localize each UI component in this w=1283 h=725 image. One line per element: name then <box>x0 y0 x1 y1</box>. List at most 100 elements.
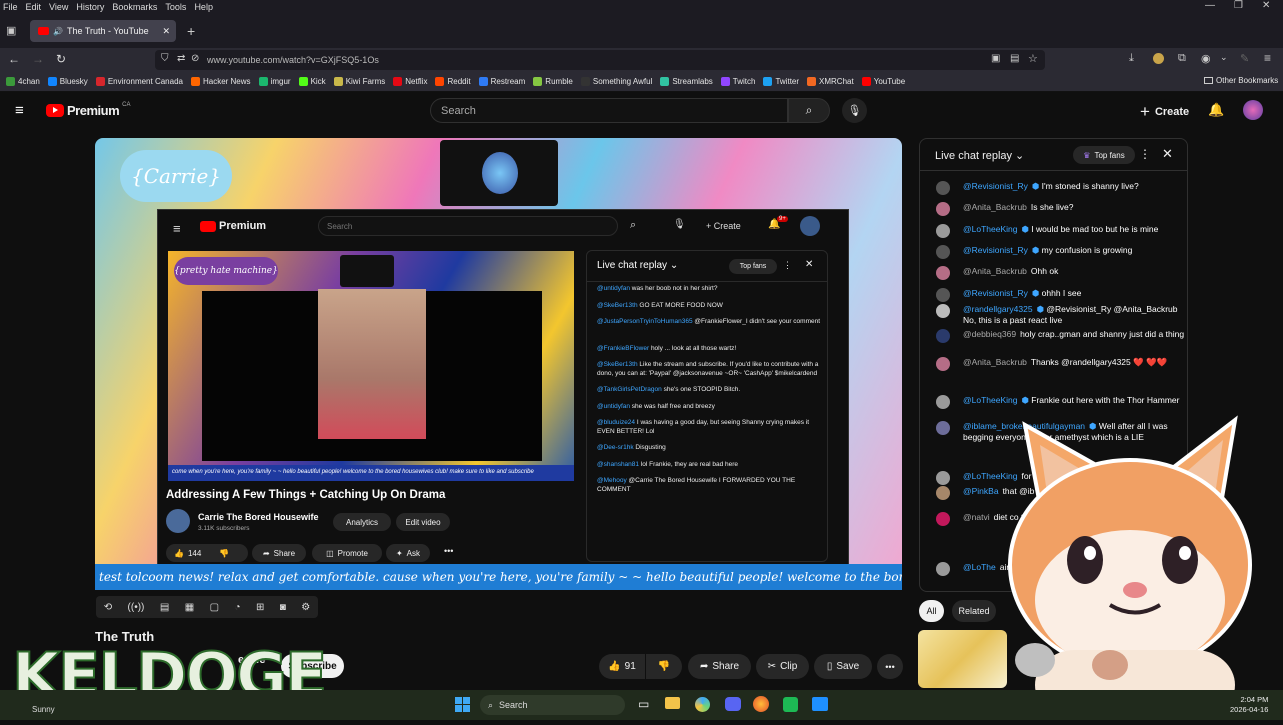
chat-avatar[interactable] <box>936 181 950 195</box>
bookmark-twitch[interactable]: Twitch <box>720 77 755 86</box>
no-tracking-icon[interactable]: ⊘ <box>191 53 199 64</box>
chat-close-icon[interactable]: ✕ <box>1162 146 1173 162</box>
reload-icon[interactable]: ↻ <box>56 52 66 66</box>
save-button[interactable]: ▯ Save <box>814 654 872 679</box>
tab-related[interactable]: Related <box>952 600 996 622</box>
chat-avatar[interactable] <box>936 471 950 485</box>
extensions-icon[interactable]: ⧉ <box>1178 52 1186 65</box>
chat-more-icon[interactable]: ⋮ <box>1139 147 1151 161</box>
chat-avatar[interactable] <box>936 304 950 318</box>
task-view-icon[interactable]: ▭ <box>638 697 649 711</box>
forward-icon[interactable]: → <box>32 52 44 66</box>
speed-icon[interactable]: ◔ <box>234 602 240 613</box>
bookmark-environment-canada[interactable]: Environment Canada <box>95 77 183 86</box>
pen-icon[interactable]: ✎ <box>1240 52 1249 65</box>
search-input[interactable]: Search <box>430 98 788 123</box>
notifications-bell-icon[interactable]: 🔔 <box>1208 102 1224 118</box>
chat-avatar[interactable] <box>936 421 950 435</box>
chat-author[interactable]: @randellgary4325 <box>963 304 1033 314</box>
chat-author[interactable]: @Revisionist_Ry <box>963 245 1028 255</box>
minimize-icon[interactable]: — <box>1205 0 1215 11</box>
bookmark-4chan[interactable]: 4chan <box>6 77 40 86</box>
chat-author[interactable]: @Anita_Backrub <box>963 202 1027 212</box>
picture-in-picture-icon[interactable]: ▣ <box>991 53 1000 64</box>
bookmark-hacker-news[interactable]: Hacker News <box>190 77 251 86</box>
bookmark-xmrchat[interactable]: XMRChat <box>807 77 854 86</box>
chat-avatar[interactable] <box>936 224 950 238</box>
chat-avatar[interactable] <box>936 357 950 371</box>
bookmark-streamlabs[interactable]: Streamlabs <box>660 77 713 86</box>
settings-gear-icon[interactable]: ⚙ <box>301 602 310 613</box>
close-window-icon[interactable]: ✕ <box>1262 0 1270 11</box>
other-bookmarks[interactable]: Other Bookmarks <box>1204 76 1278 85</box>
url-bar[interactable]: ⛉ ⇄ ⊘ www.youtube.com/watch?v=GXjFSQ5-1O… <box>155 50 1045 70</box>
frame-icon[interactable]: ▢ <box>210 602 219 613</box>
bookmark-twitter[interactable]: Twitter <box>763 77 799 86</box>
tab-all[interactable]: All <box>919 600 944 622</box>
audio-icon[interactable]: 🔊 <box>53 27 63 36</box>
film-icon[interactable]: ▦ <box>185 602 194 613</box>
avatar[interactable] <box>1243 100 1263 120</box>
app-icon-green[interactable] <box>783 697 798 712</box>
menu-view[interactable]: View <box>49 2 68 12</box>
add-frame-icon[interactable]: ⊞ <box>256 602 264 613</box>
chat-author[interactable]: @LoTheeKing <box>963 224 1017 234</box>
chat-avatar[interactable] <box>936 329 950 343</box>
permissions-icon[interactable]: ⇄ <box>177 53 185 64</box>
hamburger-menu-icon[interactable]: ≡ <box>1264 51 1271 65</box>
chat-author[interactable]: @debbieq369 <box>963 329 1016 339</box>
chevron-down-icon[interactable]: ⌄ <box>1220 52 1228 63</box>
chat-avatar[interactable] <box>936 245 950 259</box>
file-explorer-icon[interactable] <box>665 697 680 709</box>
search-button[interactable]: ⌕ <box>788 98 830 123</box>
chat-avatar[interactable] <box>936 266 950 280</box>
reader-icon[interactable]: ▤ <box>1010 53 1019 64</box>
chat-author[interactable]: @Revisionist_Ry <box>963 288 1028 298</box>
captions-icon[interactable]: ▤ <box>160 602 169 613</box>
system-clock[interactable]: 2:04 PM 2026-04-16 <box>1230 695 1268 715</box>
restore-icon[interactable]: ❐ <box>1234 0 1243 11</box>
shield-icon[interactable]: ⛉ <box>161 53 169 64</box>
voice-search-button[interactable]: 🎙 <box>842 98 867 123</box>
menu-edit[interactable]: Edit <box>26 2 42 12</box>
firefox-icon[interactable] <box>753 696 769 712</box>
chat-avatar[interactable] <box>936 395 950 409</box>
top-fans-button[interactable]: ♛ Top fans <box>1073 146 1135 164</box>
menu-help[interactable]: Help <box>194 2 213 12</box>
back-icon[interactable]: ← <box>8 52 20 66</box>
loop-icon[interactable]: ⟲ <box>104 602 112 613</box>
chat-author[interactable]: @natvi <box>963 512 990 522</box>
yt-menu-icon[interactable]: ≡ <box>15 102 24 119</box>
chat-author[interactable]: @Anita_Backrub <box>963 266 1027 276</box>
bookmark-kiwi-farms[interactable]: Kiwi Farms <box>333 77 385 86</box>
chat-author[interactable]: @LoThe <box>963 562 996 572</box>
menu-bookmarks[interactable]: Bookmarks <box>112 2 157 12</box>
chat-avatar[interactable] <box>936 288 950 302</box>
menu-history[interactable]: History <box>76 2 104 12</box>
bookmark-imgur[interactable]: imgur <box>258 77 291 86</box>
share-button[interactable]: ➦ Share <box>688 654 751 679</box>
live-chat-mode-dropdown[interactable]: Live chat replay ⌄ <box>935 149 1024 163</box>
bookmark-star-icon[interactable]: ☆ <box>1028 52 1038 65</box>
new-tab-icon[interactable]: + <box>187 23 195 39</box>
bookmark-reddit[interactable]: Reddit <box>435 77 471 86</box>
menu-file[interactable]: File <box>3 2 18 12</box>
discord-icon[interactable] <box>725 697 741 711</box>
bookmark-bluesky[interactable]: Bluesky <box>47 77 88 86</box>
taskbar-search[interactable]: ⌕ Search <box>480 695 625 715</box>
more-actions-button[interactable]: ••• <box>877 654 903 679</box>
downloads-icon[interactable]: ⤓ <box>1129 52 1134 65</box>
bookmark-netflix[interactable]: Netflix <box>393 77 427 86</box>
clip-button[interactable]: ✂ Clip <box>756 654 809 679</box>
bookmark-rumble[interactable]: Rumble <box>533 77 573 86</box>
chat-author[interactable]: @Anita_Backrub <box>963 357 1027 367</box>
close-tab-icon[interactable]: ✕ <box>162 26 170 37</box>
chat-avatar[interactable] <box>936 486 950 500</box>
chat-avatar[interactable] <box>936 512 950 526</box>
app-icon-blue[interactable] <box>812 697 828 711</box>
chat-author[interactable]: @Revisionist_Ry <box>963 181 1028 191</box>
bookmark-kick[interactable]: Kick <box>298 77 326 86</box>
tab-youtube[interactable]: 🔊 The Truth - YouTube ✕ <box>30 20 176 42</box>
account-icon[interactable] <box>1153 53 1164 64</box>
menu-tools[interactable]: Tools <box>165 2 186 12</box>
